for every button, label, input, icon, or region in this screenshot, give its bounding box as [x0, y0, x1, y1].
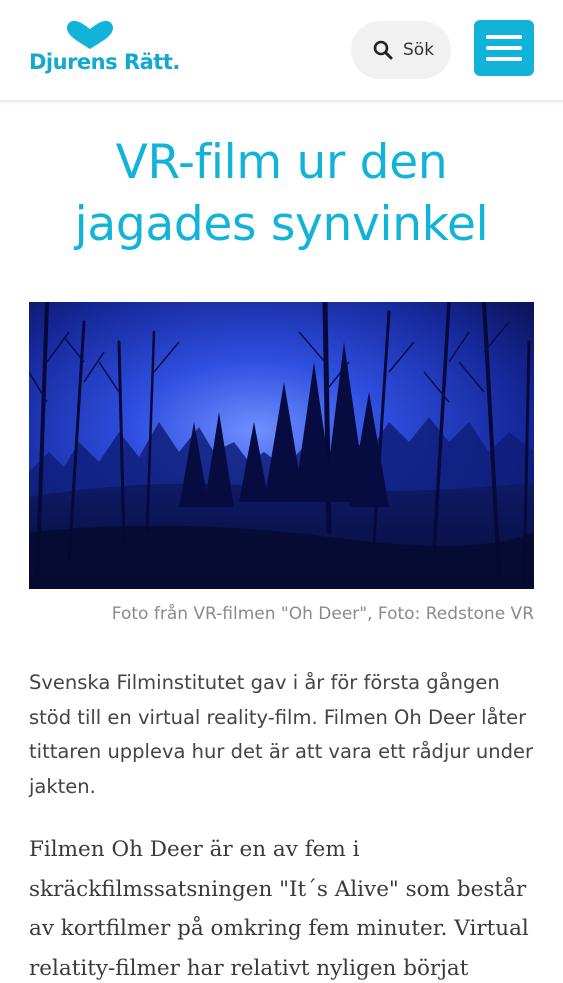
search-button[interactable]: Sök — [351, 21, 451, 79]
article-body: Filmen Oh Deer är en av fem i skräckfilm… — [29, 837, 529, 981]
forest-scene-image — [29, 302, 534, 589]
search-label: Sök — [403, 40, 435, 60]
hamburger-menu-icon — [486, 35, 522, 39]
article-title: VR-film ur den jagades synvinkel — [74, 135, 489, 252]
article-hero-image — [29, 302, 534, 589]
heart-logo-icon — [67, 20, 113, 49]
image-caption: Foto från VR-filmen "Oh Deer", Foto: Red… — [111, 604, 534, 624]
hamburger-menu-icon-bar-3 — [486, 57, 522, 61]
site-logo[interactable]: Djurens Rätt. — [29, 20, 180, 78]
search-icon — [373, 40, 393, 60]
logo-wordmark: Djurens Rätt. — [29, 50, 180, 74]
site-header: Djurens Rätt. Sök — [0, 0, 563, 102]
hamburger-menu-icon-bar-2 — [486, 46, 522, 50]
article-lead: Svenska Filminstitutet gav i år för förs… — [29, 671, 534, 798]
hamburger-menu-button[interactable] — [474, 20, 534, 76]
